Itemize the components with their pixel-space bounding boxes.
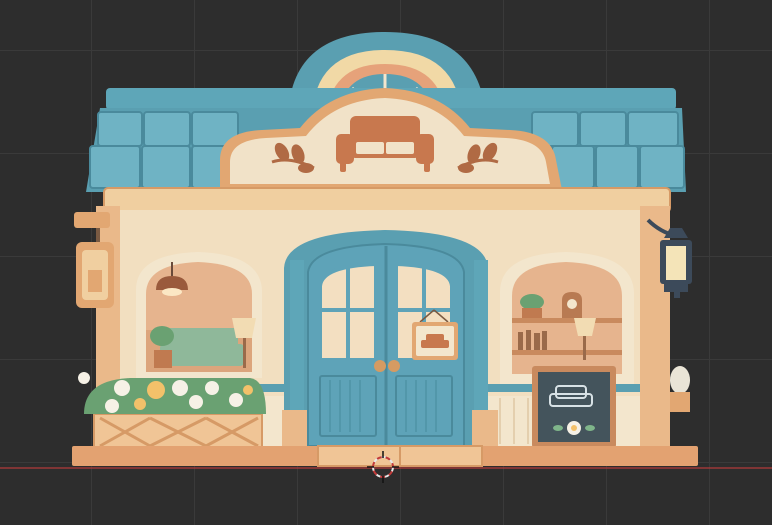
side-plant — [670, 366, 690, 412]
scene-render — [0, 32, 772, 483]
door-knob-left[interactable] — [374, 360, 386, 372]
window-left — [136, 252, 262, 378]
flower-planter — [78, 372, 266, 451]
door-knob-right[interactable] — [388, 360, 400, 372]
shop-base — [72, 445, 698, 467]
chalkboard-easel — [532, 366, 616, 448]
cornice-beam — [103, 187, 671, 213]
interior-clock-icon — [562, 292, 582, 318]
3d-viewport[interactable] — [0, 0, 772, 525]
window-right — [500, 252, 634, 384]
interior-plant-pot — [520, 294, 544, 318]
side-hanging-sign — [74, 212, 114, 308]
